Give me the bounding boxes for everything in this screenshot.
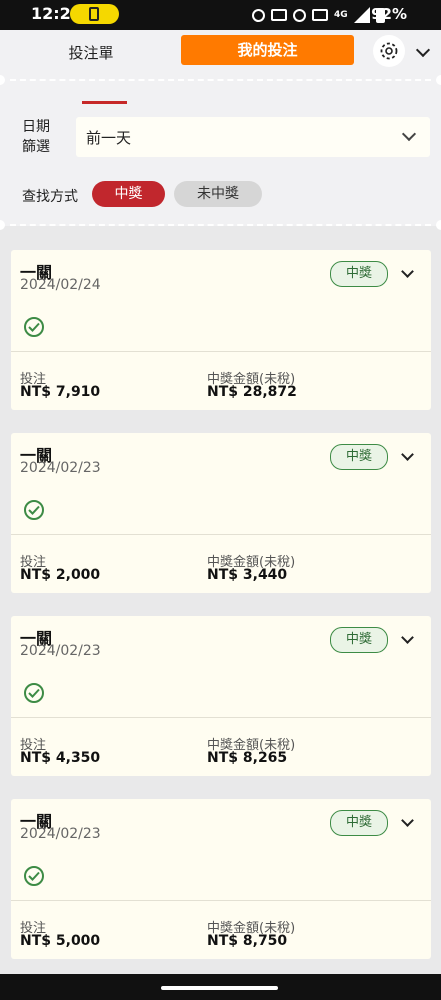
bet-card[interactable]: 一關 2024/02/23 中獎 投注 NT$ 5,000 中獎金額(未稅) N… [11,799,431,959]
expand-chevron-icon[interactable] [401,448,414,461]
settings-button[interactable] [373,35,405,67]
status-icons: 4G [252,6,385,24]
date-filter-select[interactable]: 前一天 [76,117,430,157]
card-divider [11,534,431,535]
tab-bar: 投注單 我的投注 [0,30,441,78]
expand-chevron-icon[interactable] [401,814,414,827]
status-badge: 中獎 [330,261,388,287]
check-circle-icon [24,866,44,886]
divider [10,79,431,81]
bet-date: 2024/02/23 [20,460,101,476]
search-method-label: 查找方式 [22,189,78,205]
divider [10,224,431,226]
gear-icon [380,42,398,60]
signal-icon [353,7,370,23]
filter-lost-button[interactable]: 未中獎 [174,181,262,207]
bet-card[interactable]: 一關 2024/02/23 中獎 投注 NT$ 4,350 中獎金額(未稅) N… [11,616,431,776]
check-circle-icon [24,683,44,703]
card-divider [11,351,431,352]
hotspot-icon [293,8,306,22]
status-bar: 12:23 4G 92% [0,0,441,30]
battery-percent: 92% [371,5,407,23]
expand-chevron-icon[interactable] [401,631,414,644]
stake-value: NT$ 5,000 [20,933,101,949]
status-badge: 中獎 [330,627,388,653]
stake-value: NT$ 2,000 [20,567,101,583]
stake-value: NT$ 7,910 [20,384,101,400]
bet-panel-header: 投注單 我的投注 日期篩選 前一天 查找方式 中獎 未中獎 [0,30,441,230]
network-type: 4G [334,9,348,20]
home-gesture-handle[interactable] [161,986,278,990]
status-badge: 中獎 [330,810,388,836]
check-circle-icon [24,500,44,520]
bet-card[interactable]: 一關 2024/02/23 中獎 投注 NT$ 2,000 中獎金額(未稅) N… [11,433,431,593]
card-divider [11,717,431,718]
winnings-value: NT$ 3,440 [207,567,288,583]
chevron-down-icon [401,126,417,142]
alarm-icon [252,8,265,22]
divider-notch [436,220,441,230]
nfc-icon [271,9,287,21]
check-circle-icon [24,317,44,337]
card-divider [11,900,431,901]
tab-my-bets[interactable]: 我的投注 [181,35,354,65]
winnings-value: NT$ 8,750 [207,933,288,949]
bet-date: 2024/02/23 [20,826,101,842]
date-filter-value: 前一天 [86,129,132,147]
date-filter-label: 日期篩選 [22,119,50,155]
bet-date: 2024/02/23 [20,643,101,659]
winnings-value: NT$ 28,872 [207,384,297,400]
battery-saver-icon [70,4,119,24]
filter-won-button[interactable]: 中獎 [92,181,165,207]
divider-notch [0,75,5,85]
status-badge: 中獎 [330,444,388,470]
tab-bet-slip[interactable]: 投注單 [32,38,150,68]
expand-chevron-icon[interactable] [401,265,414,278]
data-icon [312,9,328,21]
stake-value: NT$ 4,350 [20,750,101,766]
bet-card[interactable]: 一關 2024/02/24 中獎 投注 NT$ 7,910 中獎金額(未稅) N… [11,250,431,410]
divider-notch [0,220,5,230]
winnings-value: NT$ 8,265 [207,750,288,766]
active-tab-indicator [82,101,127,104]
bet-date: 2024/02/24 [20,277,101,293]
divider-notch [436,75,441,85]
system-nav-bar [0,974,441,1000]
collapse-chevron-icon[interactable] [415,42,431,58]
